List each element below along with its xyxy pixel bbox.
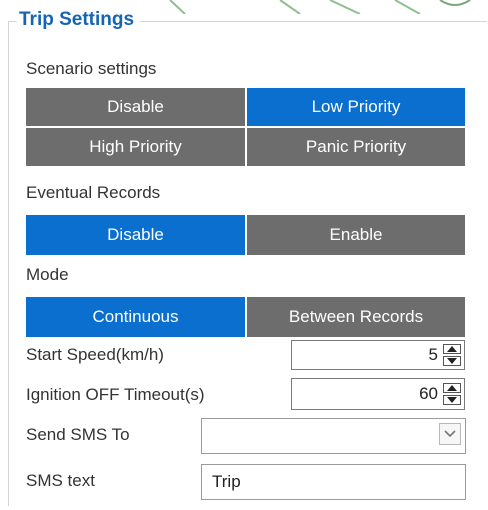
arrow-down-icon[interactable] bbox=[443, 395, 461, 405]
scenario-panic-priority-button[interactable]: Panic Priority bbox=[246, 127, 466, 167]
arrow-up-icon[interactable] bbox=[443, 383, 461, 393]
ignition-off-timeout-value: 60 bbox=[419, 384, 438, 403]
scenario-low-priority-button[interactable]: Low Priority bbox=[246, 87, 466, 127]
send-sms-to-label: Send SMS To bbox=[26, 425, 130, 444]
mode-continuous-button[interactable]: Continuous bbox=[25, 296, 246, 338]
arrow-down-icon[interactable] bbox=[443, 356, 461, 366]
start-speed-label: Start Speed(km/h) bbox=[26, 345, 164, 364]
eventual-records-enable-button[interactable]: Enable bbox=[246, 214, 466, 256]
eventual-records-label: Eventual Records bbox=[26, 183, 161, 202]
ignition-off-timeout-stepper[interactable] bbox=[443, 383, 461, 405]
start-speed-stepper[interactable] bbox=[443, 344, 461, 366]
start-speed-spinner[interactable]: 5 bbox=[291, 340, 465, 370]
sms-text-field[interactable] bbox=[201, 464, 466, 500]
scenario-high-priority-button[interactable]: High Priority bbox=[25, 127, 246, 167]
ignition-off-timeout-label: Ignition OFF Timeout(s) bbox=[26, 385, 205, 404]
mode-between-records-button[interactable]: Between Records bbox=[246, 296, 466, 338]
sms-text-label: SMS text bbox=[26, 471, 95, 490]
start-speed-value: 5 bbox=[428, 345, 438, 364]
ignition-off-timeout-spinner[interactable]: 60 bbox=[291, 378, 465, 410]
sms-text-input[interactable] bbox=[202, 465, 465, 499]
group-title: Trip Settings bbox=[17, 6, 141, 34]
scenario-disable-button[interactable]: Disable bbox=[25, 87, 246, 127]
scenario-settings-label: Scenario settings bbox=[26, 59, 157, 78]
mode-label: Mode bbox=[26, 265, 69, 284]
eventual-records-disable-button[interactable]: Disable bbox=[25, 214, 246, 256]
send-sms-to-dropdown[interactable] bbox=[201, 418, 466, 454]
chevron-down-icon[interactable] bbox=[439, 423, 461, 445]
arrow-up-icon[interactable] bbox=[443, 344, 461, 354]
